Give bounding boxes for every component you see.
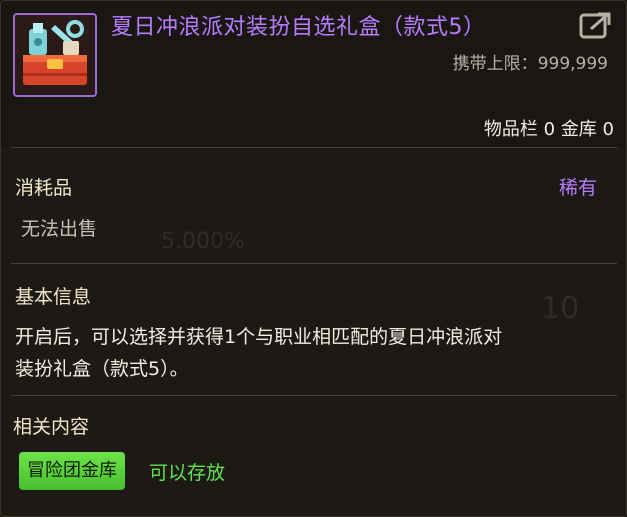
vault-label: 金库 [560,119,597,140]
carry-limit: 携带上限：999,999 [453,49,608,74]
inventory-label: 物品栏 [483,119,538,140]
description-line: 开启后，可以选择并获得1个与职业相匹配的夏日冲浪派对 [15,326,503,348]
divider [11,263,617,264]
item-description: 开启后，可以选择并获得1个与职业相匹配的夏日冲浪派对 装扮礼盒（款式5）。 [15,321,615,385]
basic-info-title: 基本信息 [15,286,92,308]
related-title: 相关内容 [13,416,90,438]
adventure-vault-button[interactable]: 冒险团金库 [19,452,125,490]
consumable-label: 消耗品 [15,177,73,199]
vault-count: 0 [602,119,614,140]
gift-box-icon [13,13,97,97]
share-icon[interactable] [579,11,613,41]
rarity-label: 稀有 [559,177,598,199]
description-line: 装扮礼盒（款式5）。 [15,358,189,380]
item-tooltip: 夏日冲浪派对装扮自选礼盒（款式5） 携带上限：999,999 物品栏 0 金库 … [0,0,627,517]
divider [11,395,617,396]
carry-limit-value: 999,999 [537,54,608,74]
divider [11,147,617,148]
item-title: 夏日冲浪派对装扮自选礼盒（款式5） [111,15,486,40]
storage-counts: 物品栏 0 金库 0 [484,115,614,141]
carry-limit-label: 携带上限： [452,54,538,74]
sell-status: 无法出售 [21,218,98,240]
inventory-count: 0 [543,119,556,140]
tooltip-header: 夏日冲浪派对装扮自选礼盒（款式5） 携带上限：999,999 物品栏 0 金库 … [1,1,626,147]
storable-status: 可以存放 [149,462,226,484]
